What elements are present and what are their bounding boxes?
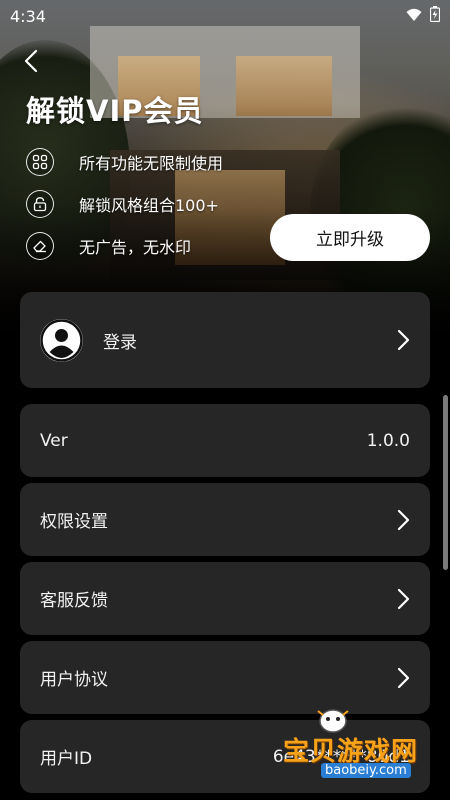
watermark-logo: 宝贝游戏网 baobeiy.com — [275, 703, 450, 783]
benefit-label: 所有功能无限制使用 — [79, 154, 224, 173]
login-card[interactable]: 登录 — [20, 292, 430, 388]
permission-settings-label: 权限设置 — [40, 512, 108, 532]
user-id-label: 用户ID — [40, 749, 93, 769]
chevron-left-icon — [24, 49, 38, 73]
customer-feedback-label: 客服反馈 — [40, 591, 108, 611]
status-bar: 4:34 — [0, 0, 450, 32]
watermark-url: baobeiy.com — [321, 763, 411, 778]
permission-settings-row[interactable]: 权限设置 — [20, 483, 430, 556]
status-time: 4:34 — [10, 6, 46, 26]
scrollbar-thumb[interactable] — [443, 395, 448, 570]
benefit-label: 无广告，无水印 — [79, 238, 192, 257]
page-title: 解锁VIP会员 — [26, 94, 204, 128]
wifi-icon — [406, 7, 422, 26]
chevron-right-icon — [397, 329, 410, 351]
version-row: Ver 1.0.0 — [20, 404, 430, 477]
lock-icon — [26, 190, 54, 218]
upgrade-now-button[interactable]: 立即升级 — [270, 214, 430, 261]
benefit-item-no-ads: 无广告，无水印 — [26, 232, 191, 260]
user-agreement-label: 用户协议 — [40, 670, 108, 690]
chevron-right-icon — [397, 588, 410, 609]
customer-feedback-row[interactable]: 客服反馈 — [20, 562, 430, 635]
benefit-item-styles: 解锁风格组合100+ — [26, 190, 219, 218]
login-label: 登录 — [103, 332, 137, 353]
version-value: 1.0.0 — [366, 430, 410, 451]
eraser-icon — [26, 232, 54, 260]
back-button[interactable] — [20, 48, 44, 74]
battery-icon — [429, 6, 441, 26]
grid-icon — [26, 148, 54, 176]
benefit-item-all-features: 所有功能无限制使用 — [26, 148, 223, 176]
chevron-right-icon — [397, 509, 410, 530]
chevron-right-icon — [397, 667, 410, 688]
version-label: Ver — [40, 430, 68, 451]
avatar-icon — [40, 318, 83, 362]
benefit-label: 解锁风格组合100+ — [79, 196, 219, 215]
